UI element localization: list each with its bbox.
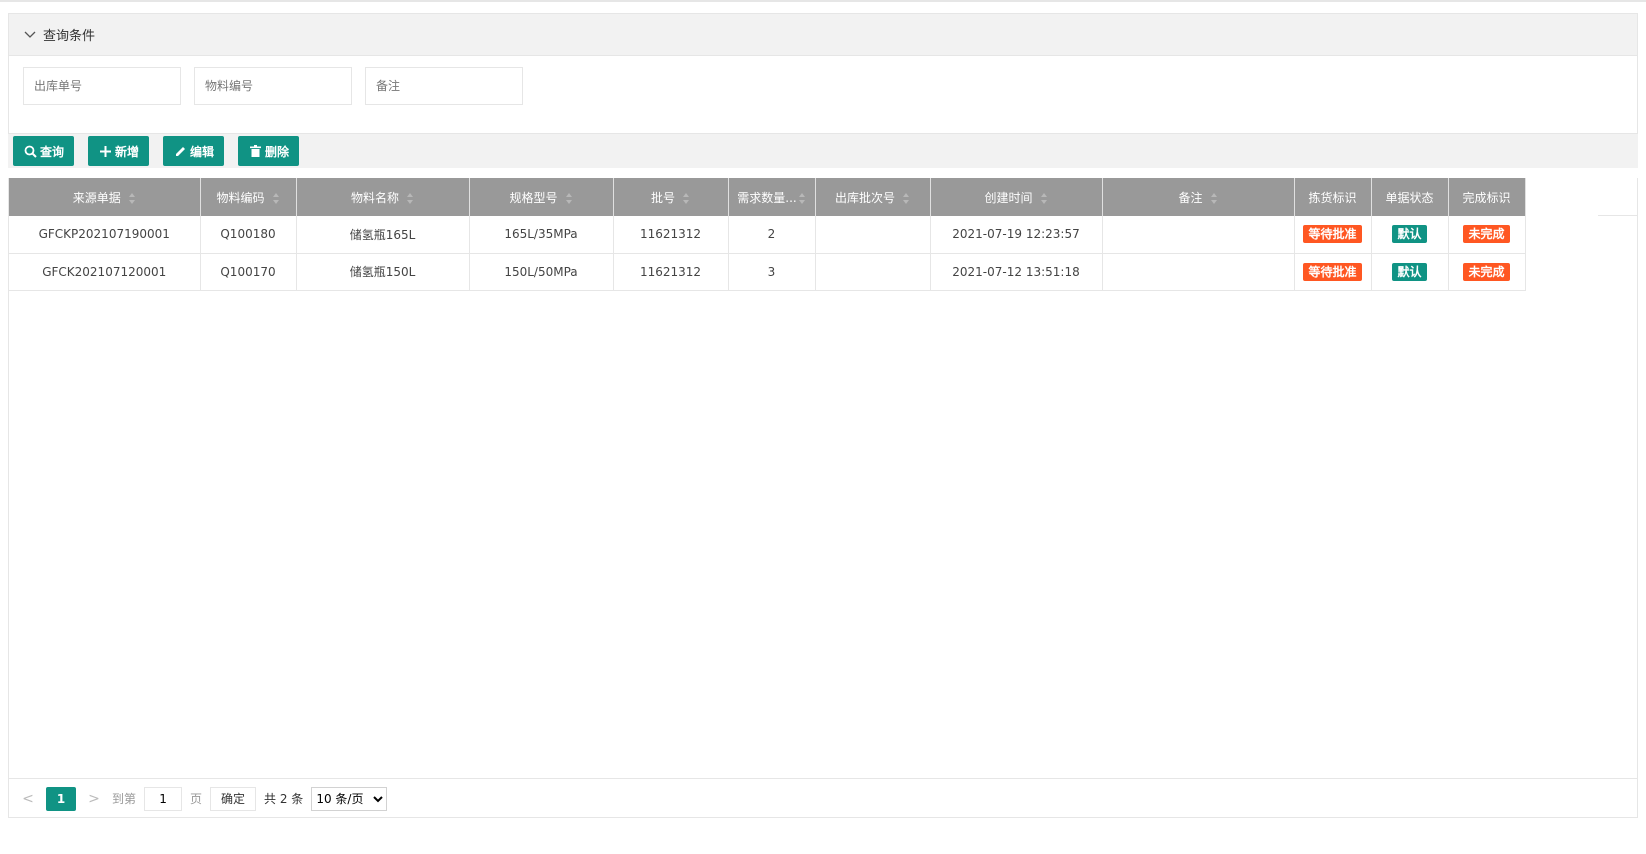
cell-out-batch (815, 216, 931, 254)
cell-name: 储氢瓶165L (296, 216, 470, 254)
page-unit-label: 页 (190, 792, 203, 806)
cell-qty: 2 (728, 216, 816, 254)
goto-page-input[interactable] (144, 786, 183, 811)
cell-code: Q100170 (200, 253, 297, 291)
cell-batch: 11621312 (613, 216, 729, 254)
cell-remark (1102, 216, 1295, 254)
query-panel-header[interactable]: 查询条件 (9, 14, 1637, 56)
cell-source: GFCKP202107190001 (9, 216, 201, 254)
sort-icon[interactable] (903, 192, 910, 204)
pick-status-badge: 等待批准 (1303, 225, 1362, 244)
column-header-source[interactable]: 来源单据 (9, 178, 201, 216)
column-header-created[interactable]: 创建时间 (930, 178, 1103, 216)
page-button-current[interactable]: 1 (46, 786, 76, 811)
cell-spec: 150L/50MPa (469, 253, 614, 291)
trash-icon (248, 144, 262, 158)
goto-label: 到第 (112, 792, 137, 806)
goto-confirm-button[interactable]: 确定 (210, 786, 257, 811)
doc-status-badge: 默认 (1392, 262, 1427, 281)
cell-qty: 3 (728, 253, 816, 291)
query-button-label: 查询 (40, 144, 65, 159)
data-table: 来源单据 物料编码 物料名称 规格型号 批号 需求数量... 出库批次号 创建时… (9, 178, 1526, 291)
add-button-label: 新增 (115, 144, 140, 159)
cell-out-batch (815, 253, 931, 291)
sort-icon[interactable] (128, 192, 136, 204)
doc-status-badge: 默认 (1392, 225, 1427, 244)
table-header-row: 来源单据 物料编码 物料名称 规格型号 批号 需求数量... 出库批次号 创建时… (9, 178, 1526, 216)
pencil-icon (173, 144, 187, 158)
query-fields (23, 67, 523, 105)
cell-remark (1102, 253, 1295, 291)
cell-status: 默认 (1371, 253, 1449, 291)
column-header-pick: 拣货标识 (1294, 178, 1372, 216)
delete-button-label: 删除 (265, 144, 290, 159)
outbound-no-input[interactable] (23, 67, 181, 105)
page-size-select[interactable]: 10 条/页 (311, 786, 388, 811)
query-panel-title: 查询条件 (43, 29, 96, 44)
sort-icon[interactable] (1210, 192, 1218, 204)
sort-icon[interactable] (683, 192, 690, 204)
sort-icon[interactable] (798, 192, 806, 204)
sort-icon[interactable] (565, 192, 573, 204)
table-row[interactable]: GFCKP202107190001 Q100180 储氢瓶165L 165L/3… (9, 216, 1526, 254)
column-header-qty[interactable]: 需求数量... (728, 178, 816, 216)
query-panel: 查询条件 (8, 13, 1638, 134)
cell-done: 未完成 (1448, 216, 1526, 254)
sort-icon[interactable] (1040, 192, 1048, 204)
remark-input[interactable] (365, 67, 523, 105)
cell-done: 未完成 (1448, 253, 1526, 291)
column-header-status: 单据状态 (1371, 178, 1449, 216)
column-header-name[interactable]: 物料名称 (296, 178, 470, 216)
material-no-input[interactable] (194, 67, 352, 105)
column-header-code[interactable]: 物料编码 (200, 178, 297, 216)
cell-name: 储氢瓶150L (296, 253, 470, 291)
pagination: < 1 > 到第 页 确定 共 2 条 10 条/页 (8, 778, 1638, 818)
data-grid: 来源单据 物料编码 物料名称 规格型号 批号 需求数量... 出库批次号 创建时… (8, 178, 1638, 818)
column-header-batch[interactable]: 批号 (613, 178, 729, 216)
cell-created: 2021-07-19 12:23:57 (930, 216, 1103, 254)
edit-button[interactable]: 编辑 (163, 136, 225, 166)
done-status-badge: 未完成 (1463, 225, 1510, 244)
pick-status-badge: 等待批准 (1303, 262, 1362, 281)
search-icon (23, 144, 37, 158)
column-header-spec[interactable]: 规格型号 (469, 178, 614, 216)
column-header-out-batch[interactable]: 出库批次号 (815, 178, 931, 216)
chevron-down-icon[interactable] (23, 28, 37, 42)
delete-button[interactable]: 删除 (238, 136, 300, 166)
column-header-remark[interactable]: 备注 (1102, 178, 1295, 216)
sort-icon[interactable] (407, 192, 414, 204)
plus-icon (98, 144, 112, 158)
prev-page-icon[interactable]: < (18, 787, 38, 811)
total-count: 共 2 条 (264, 792, 304, 806)
edit-button-label: 编辑 (190, 144, 215, 159)
top-divider (0, 0, 1646, 2)
add-button[interactable]: 新增 (88, 136, 150, 166)
cell-pick: 等待批准 (1294, 216, 1372, 254)
cell-status: 默认 (1371, 216, 1449, 254)
cell-batch: 11621312 (613, 253, 729, 291)
table-row[interactable]: GFCK202107120001 Q100170 储氢瓶150L 150L/50… (9, 253, 1526, 291)
done-status-badge: 未完成 (1463, 262, 1510, 281)
cell-code: Q100180 (200, 216, 297, 254)
column-header-done: 完成标识 (1448, 178, 1526, 216)
sort-icon[interactable] (272, 192, 280, 204)
cell-pick: 等待批准 (1294, 253, 1372, 291)
cell-spec: 165L/35MPa (469, 216, 614, 254)
cell-created: 2021-07-12 13:51:18 (930, 253, 1103, 291)
query-button[interactable]: 查询 (13, 136, 75, 166)
next-page-icon[interactable]: > (84, 787, 104, 811)
cell-source: GFCK202107120001 (9, 253, 201, 291)
toolbar: 查询 新增 编辑 删除 (8, 134, 1638, 168)
